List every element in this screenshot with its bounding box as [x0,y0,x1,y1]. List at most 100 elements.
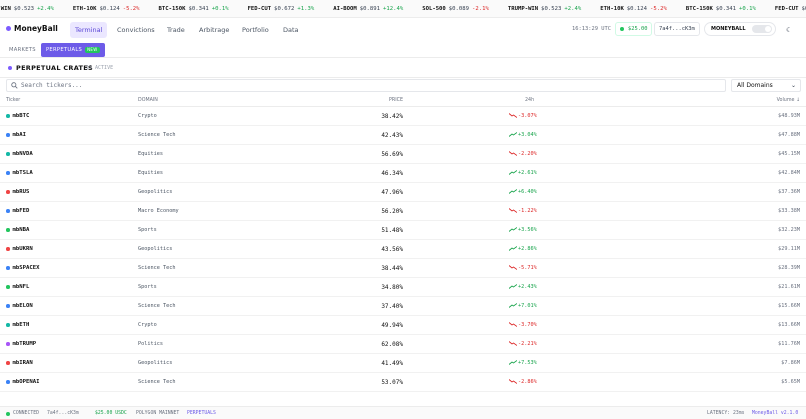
ticker-item[interactable]: P-WIN$0.523+2.4% [0,0,54,17]
ticker-item[interactable]: SOL-500 $0.089 -2.1% [422,0,489,17]
row-change: +2.43% [508,284,537,290]
row-change: +7.53% [508,360,537,366]
subtab-perpetuals[interactable]: PERPETUALS NEW [41,43,105,57]
ticker-name: mbELON [12,303,33,309]
ticker-name: mbNBA [12,227,30,233]
trend-up-icon [508,132,518,137]
row-ticker: mbNVDA [6,151,33,157]
table-row[interactable]: mbRUS Geopolitics 47.96% +6.40% $37.36M [0,183,806,202]
table-row[interactable]: mbAI Science Tech 42.43% +3.04% $47.88M [0,126,806,145]
domain-dot-icon [6,323,10,327]
footer-address: 7a4f...cK3m [47,411,79,416]
moon-icon[interactable]: ☾ [786,26,794,34]
nav-tab-arbitrage[interactable]: Arbitrage [194,22,234,38]
ticker-item[interactable]: FED-CUT$0.672+1.3% [248,0,315,17]
ticker-symbol: FED-CUT [774,6,799,12]
row-change: -5.71% [508,265,537,271]
toggle-switch[interactable] [752,25,772,33]
row-volume: $37.36M [778,189,800,195]
ticker-item[interactable]: BTC-150K $0.341 +0.1% [159,0,229,17]
change-value: -3.70% [518,322,537,328]
ticker-item[interactable]: ETH-10K $0.124 -5.2% [600,0,667,17]
row-change: +6.40% [508,189,537,195]
domain-filter-select[interactable]: All Domains ⌄ [731,79,801,92]
row-price: 37.40% [381,303,403,310]
row-volume: $45.15M [778,151,800,157]
row-price: 38.44% [381,265,403,272]
ticker-price: $0.341 [715,6,737,12]
col-ticker[interactable]: Ticker [6,98,20,103]
trend-up-icon [508,227,518,232]
row-change: +2.61% [508,170,537,176]
logo[interactable]: MoneyBall [6,24,58,33]
table-row[interactable]: mbSPACEX Science Tech 38.44% -5.71% $28.39M [0,259,806,278]
footer-version: MoneyBall v2.1.0 [752,411,799,416]
logo-icon [6,26,11,31]
trend-up-icon [508,189,518,194]
row-change: -2.20% [508,151,537,157]
table-row[interactable]: mbETH Crypto 49.94% -3.70% $13.66M [0,316,806,335]
ticker-name: mbTSLA [12,170,33,176]
nav-tab-terminal[interactable]: Terminal [70,22,108,38]
row-ticker: mbIRAN [6,360,33,366]
domain-dot-icon [6,228,10,232]
table-row[interactable]: mbBTC Crypto 38.42% -3.07% $48.93M [0,107,806,126]
row-ticker: mbOPENAI [6,379,39,385]
domain-dot-icon [6,266,10,270]
row-change: -1.22% [508,208,537,214]
domain-dot-icon [6,247,10,251]
ticker-change: +1.3% [297,6,315,12]
change-value: -1.22% [518,208,537,214]
domain-dot-icon [6,342,10,346]
change-value: +3.04% [518,132,537,138]
row-domain: Crypto [138,322,157,328]
table-row[interactable]: mbUKRN Geopolitics 43.56% +2.86% $29.11M [0,240,806,259]
ticker-item[interactable]: FED-CUT$0.672+1.3% [774,0,806,17]
col-domain[interactable]: DOMAIN [138,98,158,103]
ticker-price: $0.341 [188,6,209,12]
nav-tab-portfolio[interactable]: Portfolio [237,22,274,38]
row-domain: Geopolitics [138,360,173,366]
table-row[interactable]: mbTSLA Equities 46.34% +2.61% $42.84M [0,164,806,183]
ticker-item[interactable]: BTC-150K $0.341 +0.1% [686,0,756,17]
ticker-name: mbETH [12,322,30,328]
table-row[interactable]: mbIRAN Geopolitics 41.49% +7.53% $7.86M [0,354,806,373]
row-domain: Sports [138,284,157,290]
ticker-change: +0.1% [739,6,756,12]
row-price: 53.07% [381,379,403,386]
search-input[interactable] [21,82,701,89]
row-ticker: mbBTC [6,113,29,119]
row-price: 41.49% [381,360,403,367]
col-24h[interactable]: 24h [525,98,534,103]
row-price: 56.20% [381,208,403,215]
ticker-price: $0.672 [274,6,295,12]
wallet-address[interactable]: 7a4f...cK3m [654,22,700,36]
table-row[interactable]: mbTRUMP Politics 62.08% -2.21% $11.76M [0,335,806,354]
subtab-markets[interactable]: MARKETS [4,43,41,57]
col-price[interactable]: PRICE [389,98,403,103]
row-ticker: mbRUS [6,189,29,195]
ticker-item[interactable]: ETH-10K $0.124 -5.2% [73,0,140,17]
nav-tab-trade[interactable]: Trade [162,22,190,38]
table-row[interactable]: mbOPENAI Science Tech 53.07% -2.86% $5.65M [0,373,806,392]
table-row[interactable]: mbNFL Sports 34.80% +2.43% $21.61M [0,278,806,297]
utc-clock: 16:13:29 UTC [572,26,611,32]
table-row[interactable]: mbNVDA Equities 56.69% -2.20% $45.15M [0,145,806,164]
row-price: 46.34% [381,170,403,177]
search-box[interactable] [6,79,726,92]
row-volume: $33.38M [778,208,800,214]
table-row[interactable]: mbNBA Sports 51.48% +3.56% $32.23M [0,221,806,240]
row-change: +2.86% [508,246,537,252]
wallet-balance[interactable]: $25.00 [615,22,653,36]
table-row[interactable]: mbELON Science Tech 37.40% +7.01% $15.66M [0,297,806,316]
sub-navbar: MARKETS PERPETUALS NEW [0,42,806,58]
nav-tab-convictions[interactable]: Convictions [112,22,160,38]
col-volume[interactable]: Volume ↓ [777,98,800,103]
table-row[interactable]: mbFED Macro Economy 56.20% -1.22% $33.38M [0,202,806,221]
moneyball-toggle[interactable]: MONEYBALL [704,22,776,36]
ticker-item[interactable]: TRUMP-WIN $0.523 +2.4% [508,0,581,17]
change-value: -3.07% [518,113,537,119]
ticker-item[interactable]: AI-BOOM $0.891 +12.4% [333,0,403,17]
nav-tab-data[interactable]: Data [278,22,304,38]
ticker-name: mbFED [12,208,30,214]
